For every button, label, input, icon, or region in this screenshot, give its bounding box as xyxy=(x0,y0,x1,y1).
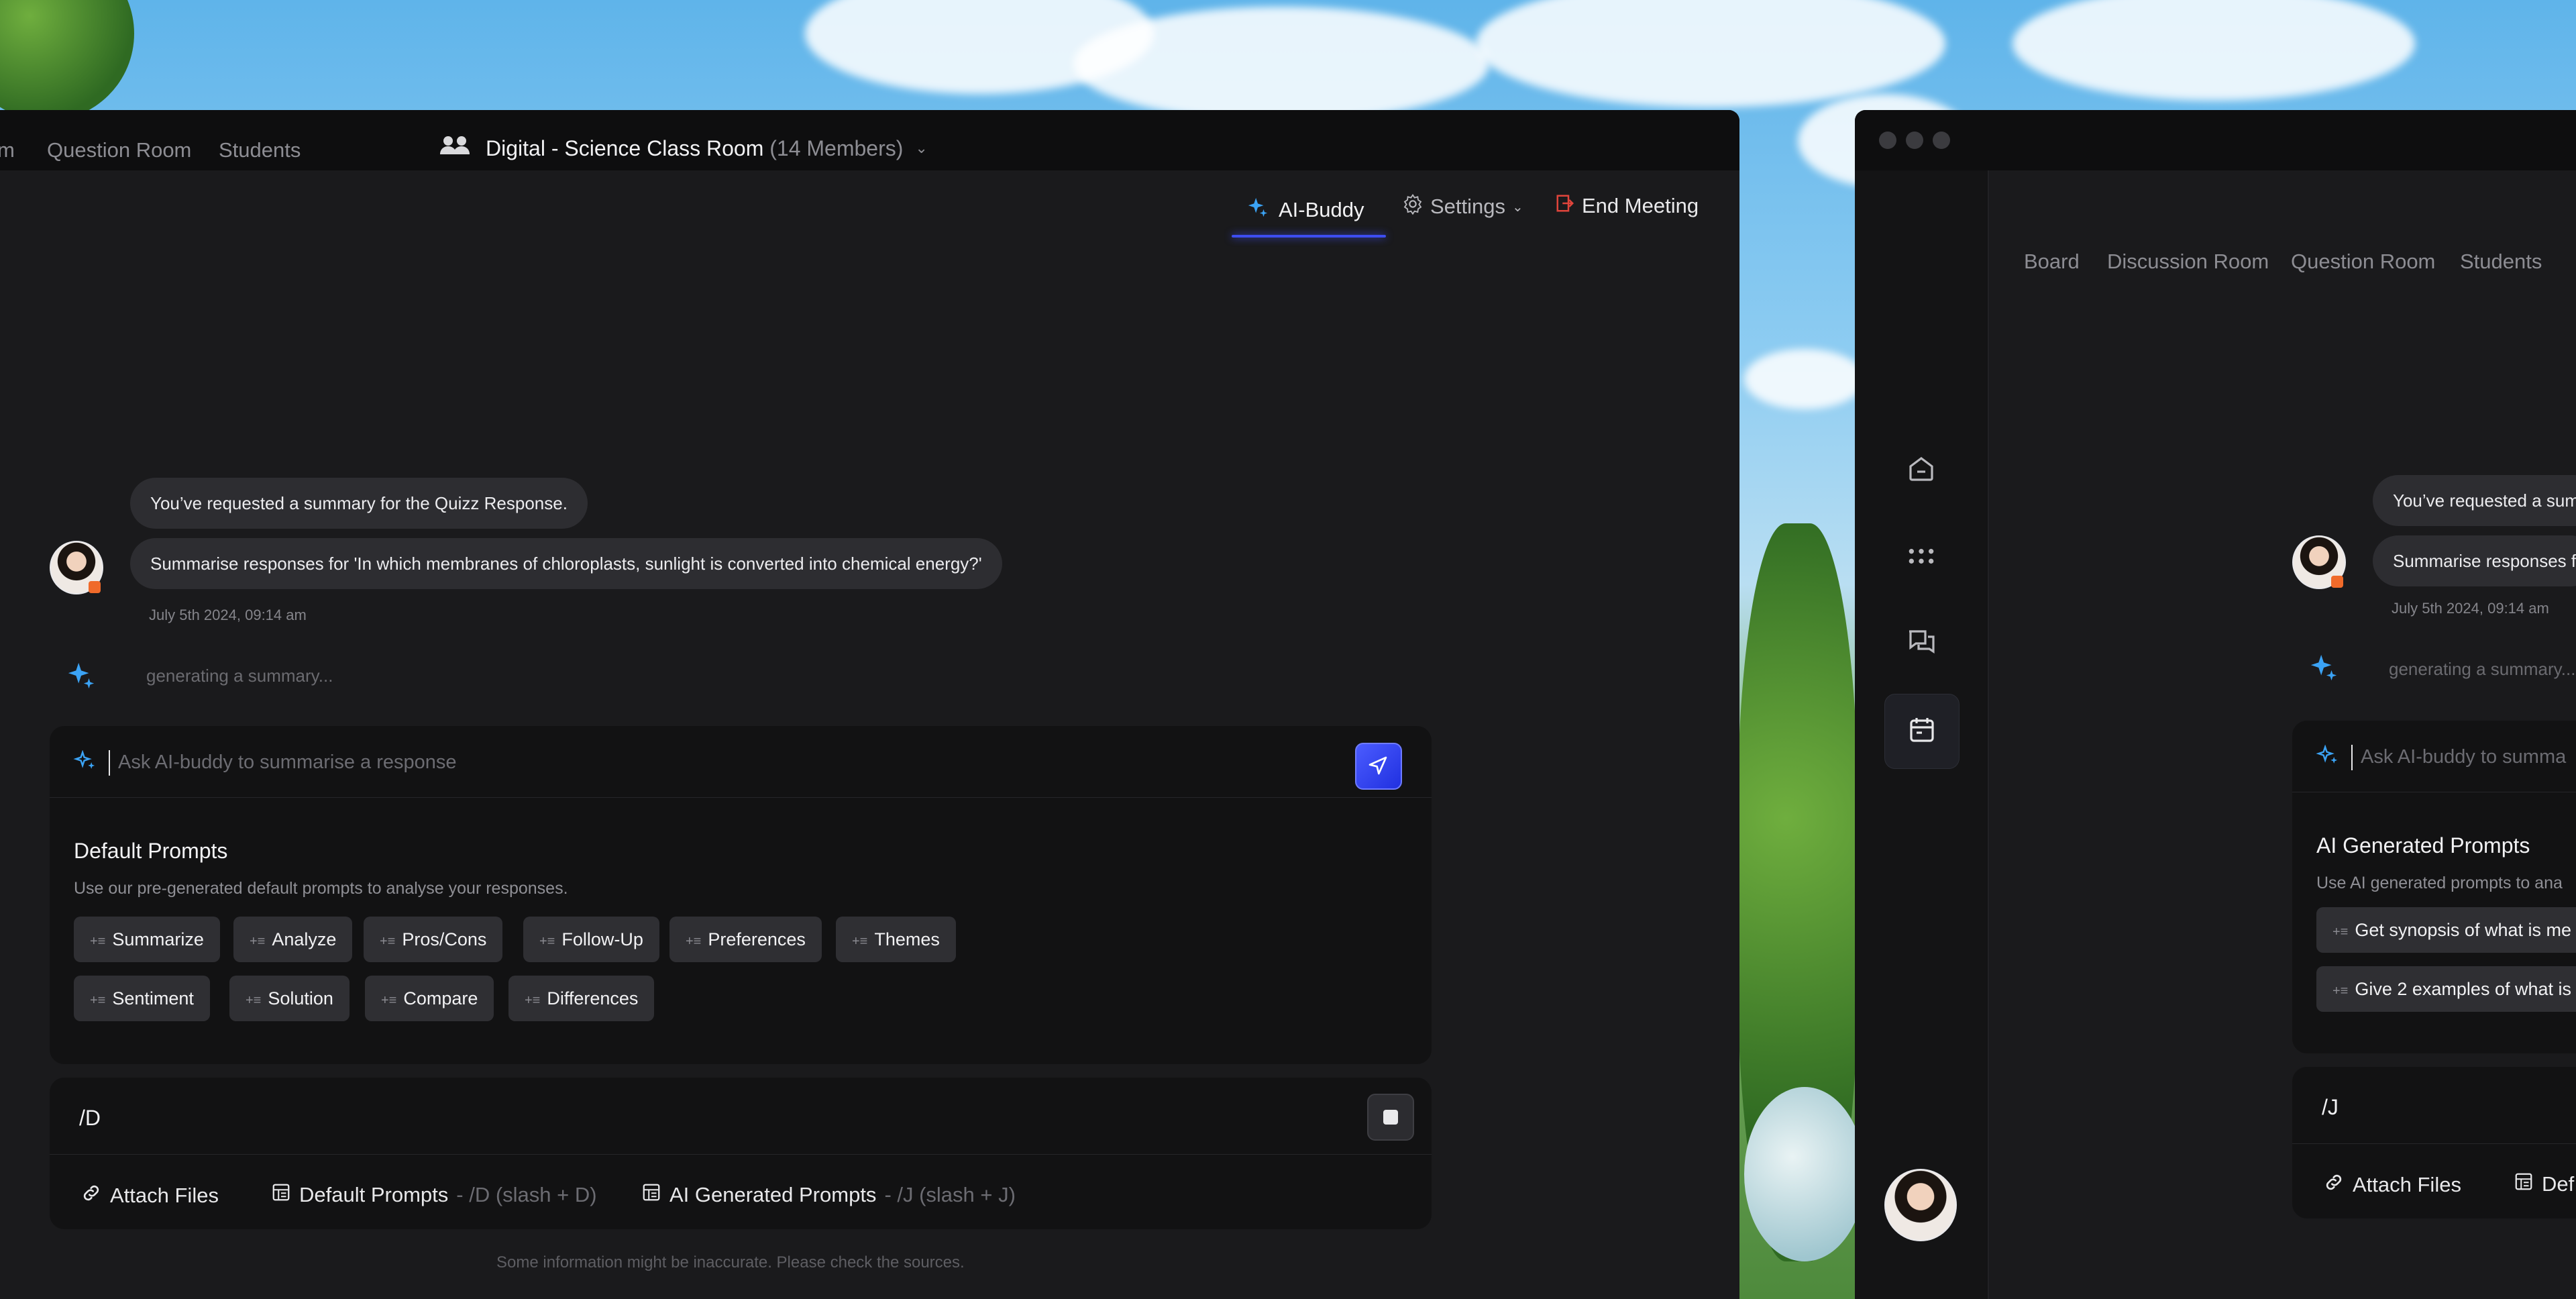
end-meeting-button[interactable]: End Meeting xyxy=(1555,193,1699,219)
command-input[interactable]: /J xyxy=(2322,1095,2339,1120)
sidebar-item-calendar[interactable] xyxy=(1884,694,1960,769)
command-panel: /D Attach Files Default Prompts - /D (sla… xyxy=(50,1078,1432,1229)
ai-prompts-subtitle: Use AI generated prompts to ana xyxy=(2316,874,2563,892)
ai-sparkle-icon xyxy=(66,660,97,694)
window-titlebar xyxy=(1855,110,2576,170)
ask-ai-input[interactable]: Ask AI-buddy to summarise a response xyxy=(118,751,457,774)
end-meeting-label: End Meeting xyxy=(1582,194,1699,217)
room-members-count: (14 Members) xyxy=(769,136,904,160)
default-prompts-title: Default Prompts xyxy=(74,839,228,863)
prompt-chip-themes[interactable]: +≡ Themes xyxy=(836,917,956,962)
stop-button[interactable] xyxy=(1367,1094,1414,1141)
command-panel: /J Attach Files Def xyxy=(2292,1067,2576,1218)
prompt-chip-sentiment[interactable]: +≡ Sentiment xyxy=(74,976,210,1021)
window-minimize-dot[interactable] xyxy=(1906,132,1923,149)
window-maximize-dot[interactable] xyxy=(1933,132,1950,149)
tab-ai-buddy[interactable]: AI-Buddy xyxy=(1232,127,1386,238)
ask-input-row: Ask AI-buddy to summarise a response xyxy=(50,726,1432,798)
disclaimer-text: Some information might be inaccurate. Pl… xyxy=(496,1253,965,1271)
chevron-down-icon: ⌄ xyxy=(915,140,928,156)
prompt-chip-follow-up[interactable]: +≡ Follow-Up xyxy=(523,917,659,962)
settings-dropdown[interactable]: Settings ⌄ xyxy=(1402,193,1523,220)
nav-tab-board[interactable]: Board xyxy=(2024,250,2080,274)
text-caret xyxy=(109,750,110,776)
active-tab-indicator xyxy=(1232,235,1386,238)
user-avatar[interactable] xyxy=(1884,1169,1957,1241)
chat-message-bubble: You’ve requested a summary for the Quizz… xyxy=(130,478,588,529)
ask-input-row: Ask AI-buddy to summa xyxy=(2292,721,2576,792)
room-name: Digital - Science Class Room xyxy=(486,136,764,160)
message-timestamp: July 5th 2024, 09:14 am xyxy=(149,607,307,623)
tab-ai-buddy-label: AI-Buddy xyxy=(1279,198,1364,221)
send-icon xyxy=(1367,755,1389,780)
default-prompts-shortcut[interactable]: Def xyxy=(2514,1172,2574,1197)
sidebar-item-chat[interactable] xyxy=(1891,613,1951,674)
apps-grid-icon xyxy=(1907,546,1936,570)
divider xyxy=(2292,1143,2576,1144)
nav-tab-discussion-room[interactable]: Discussion Room xyxy=(2107,250,2269,274)
text-caret xyxy=(2351,745,2353,770)
settings-label: Settings xyxy=(1430,195,1506,218)
room-selector[interactable]: Digital - Science Class Room (14 Members… xyxy=(439,136,928,161)
prompt-chip-pros-cons[interactable]: +≡ Pros/Cons xyxy=(364,917,503,962)
ai-prompt-chip[interactable]: +≡ Get synopsis of what is me xyxy=(2316,907,2576,953)
prompt-chip-compare[interactable]: +≡ Compare xyxy=(365,976,494,1021)
home-icon xyxy=(1905,453,1937,488)
link-icon xyxy=(80,1182,102,1209)
attach-files-button[interactable]: Attach Files xyxy=(80,1182,219,1209)
prompt-chip-preferences[interactable]: +≡ Preferences xyxy=(669,917,822,962)
chat-message-bubble: You’ve requested a sum xyxy=(2373,475,2576,526)
link-icon xyxy=(2323,1172,2345,1198)
nav-tab-partial[interactable]: m xyxy=(0,138,15,162)
members-icon xyxy=(439,136,474,161)
chevron-down-icon: ⌄ xyxy=(1512,199,1523,215)
sparkle-icon xyxy=(1246,196,1269,224)
prompt-chip-analyze[interactable]: +≡ Analyze xyxy=(233,917,353,962)
magic-wand-icon xyxy=(72,749,99,778)
magic-wand-icon xyxy=(2315,744,2342,772)
prompt-chip-solution[interactable]: +≡ Solution xyxy=(229,976,350,1021)
template-icon xyxy=(2514,1172,2534,1197)
status-badge xyxy=(2331,576,2343,588)
ai-generated-prompts-shortcut[interactable]: AI Generated Prompts - /J (slash + J) xyxy=(641,1182,1016,1208)
chat-icon xyxy=(1905,626,1937,662)
generating-status: generating a summary... xyxy=(146,666,333,686)
meeting-window-secondary: Board Discussion Room Question Room Stud… xyxy=(1855,110,2576,1299)
default-prompts-subtitle: Use our pre-generated default prompts to… xyxy=(74,879,568,898)
message-timestamp: July 5th 2024, 09:14 am xyxy=(2392,600,2549,617)
nav-tab-question-room[interactable]: Question Room xyxy=(47,138,191,162)
send-button[interactable] xyxy=(1355,743,1402,790)
template-icon xyxy=(271,1182,291,1208)
ai-prompt-chip[interactable]: +≡ Give 2 examples of what is c xyxy=(2316,966,2576,1012)
default-prompts-shortcut[interactable]: Default Prompts - /D (slash + D) xyxy=(271,1182,597,1208)
window-close-dot[interactable] xyxy=(1879,132,1896,149)
exit-icon xyxy=(1555,193,1575,219)
ask-ai-input[interactable]: Ask AI-buddy to summa xyxy=(2361,746,2566,768)
ask-ai-panel: Ask AI-buddy to summarise a response Def… xyxy=(50,726,1432,1064)
divider xyxy=(50,1154,1432,1155)
command-input[interactable]: /D xyxy=(79,1106,101,1131)
template-icon xyxy=(641,1182,661,1208)
ai-sparkle-icon xyxy=(2308,652,2339,686)
sidebar xyxy=(1855,170,1989,1299)
gear-icon xyxy=(1402,193,1424,220)
calendar-icon xyxy=(1906,714,1938,749)
chat-message-bubble: Summarise responses for 'In which membra… xyxy=(130,538,1002,589)
nav-tab-question-room[interactable]: Question Room xyxy=(2291,250,2435,274)
chat-message-bubble: Summarise responses f xyxy=(2373,535,2576,586)
ai-prompts-title: AI Generated Prompts xyxy=(2316,833,2530,858)
sidebar-item-apps[interactable] xyxy=(1891,527,1951,588)
sidebar-item-home[interactable] xyxy=(1891,440,1951,501)
status-badge xyxy=(89,581,101,593)
nav-tab-students[interactable]: Students xyxy=(219,138,301,162)
nav-tab-students[interactable]: Students xyxy=(2460,250,2542,274)
ask-ai-panel: Ask AI-buddy to summa AI Generated Promp… xyxy=(2292,721,2576,1053)
attach-files-button[interactable]: Attach Files xyxy=(2323,1172,2461,1198)
prompt-chip-differences[interactable]: +≡ Differences xyxy=(508,976,655,1021)
prompt-chip-summarize[interactable]: +≡ Summarize xyxy=(74,917,220,962)
generating-status: generating a summary... xyxy=(2389,659,2576,679)
